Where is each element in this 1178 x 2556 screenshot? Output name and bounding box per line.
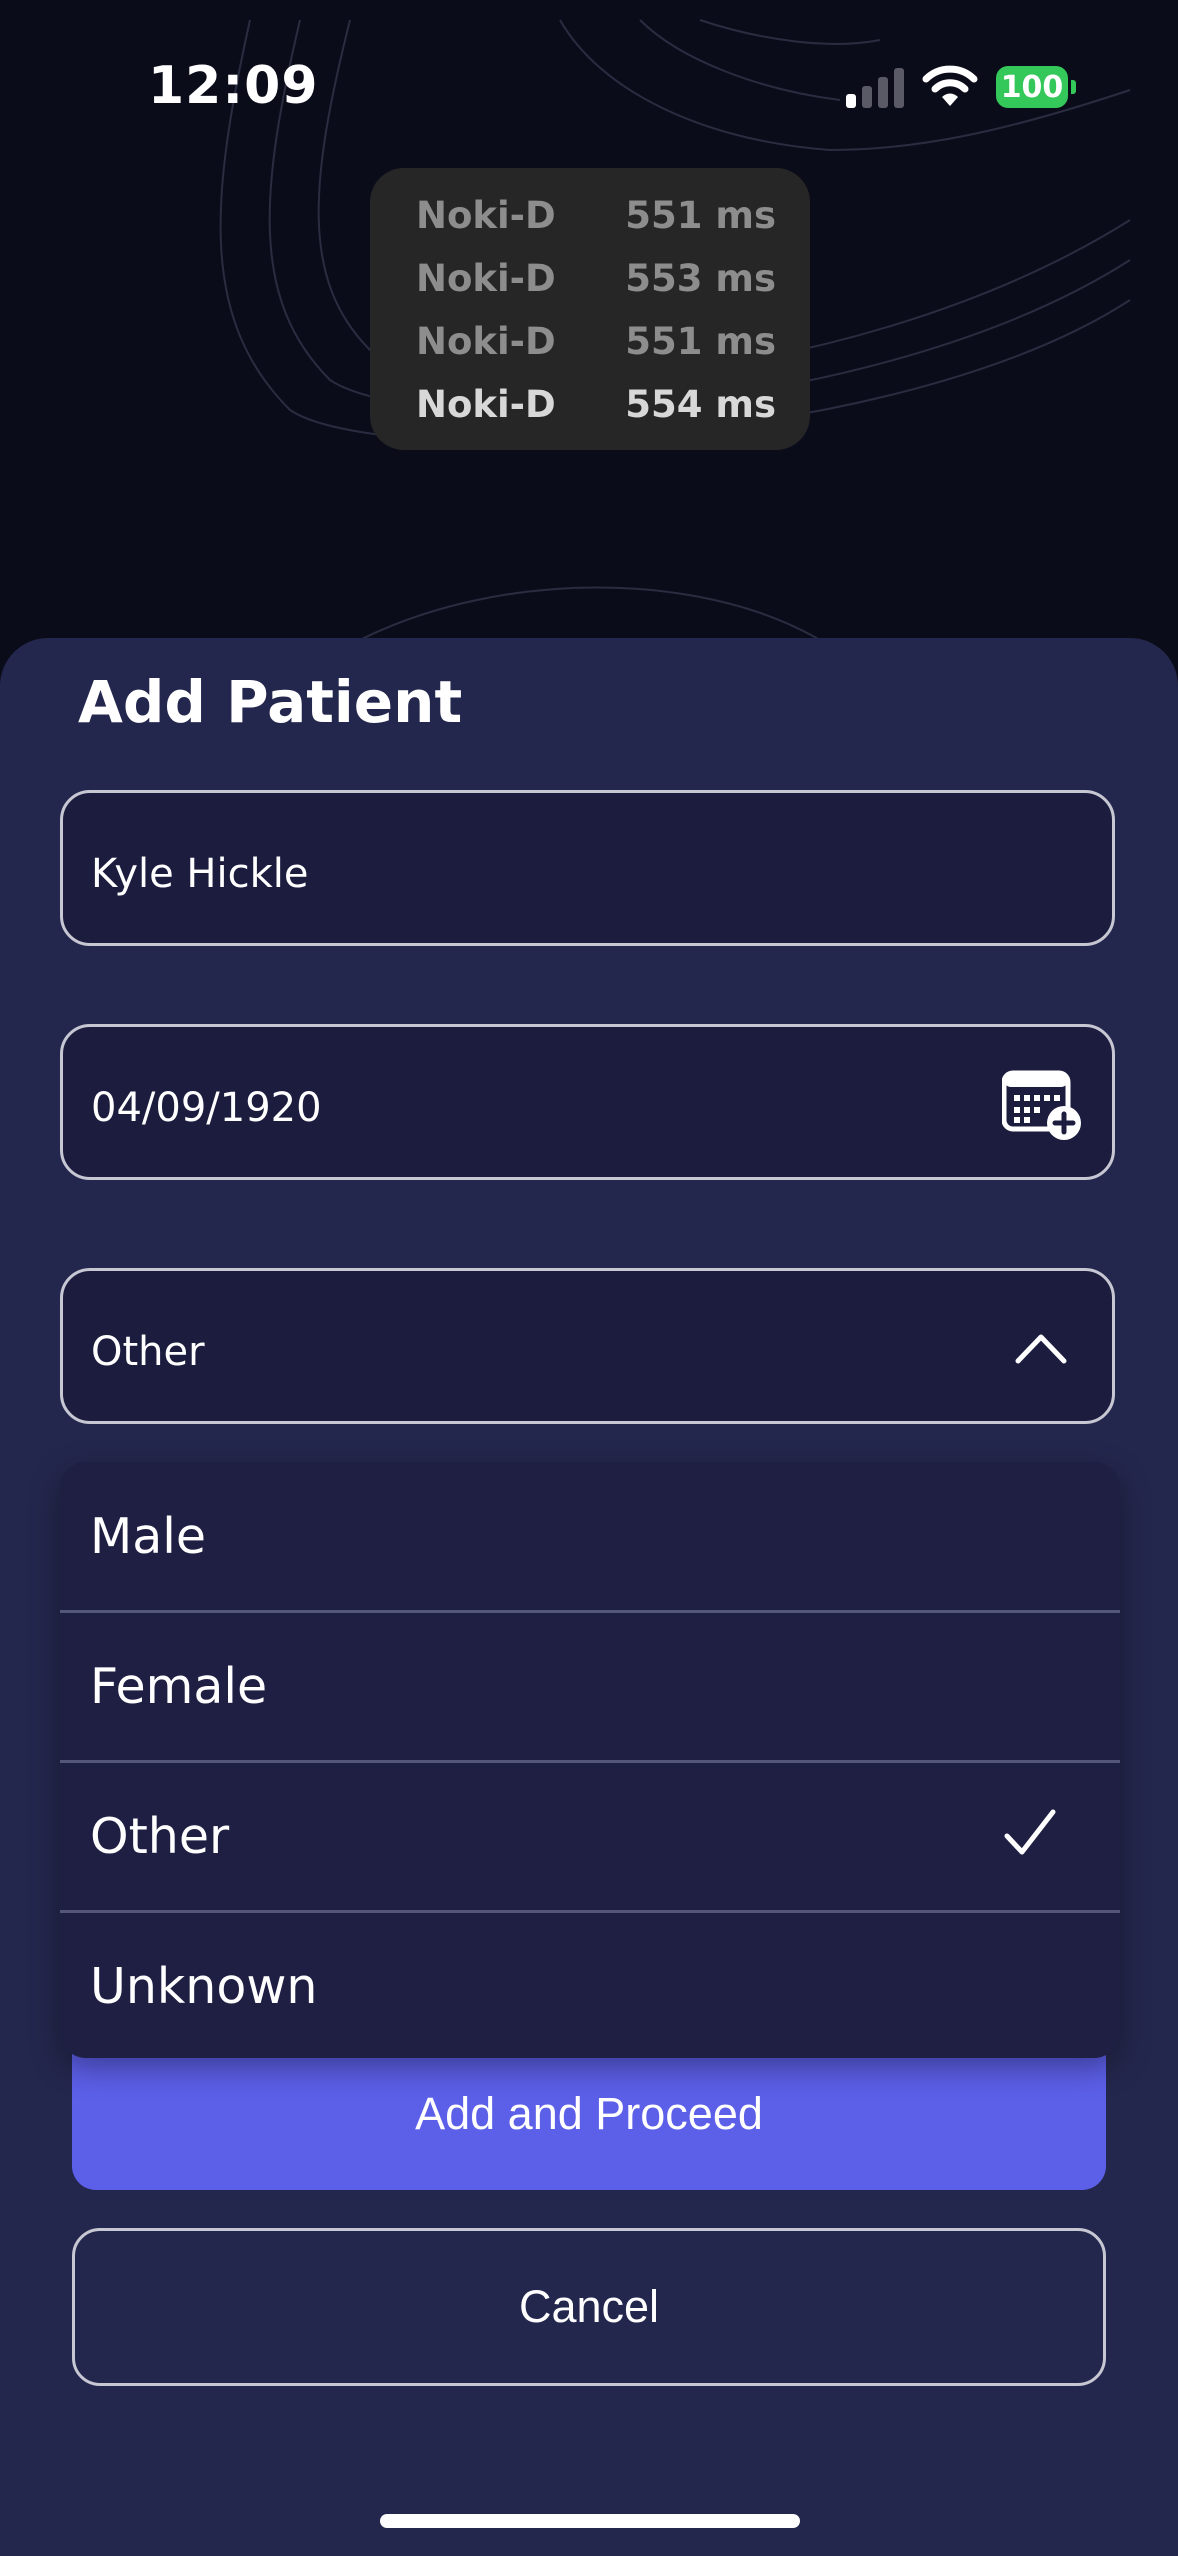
latency-device-name: Noki-D — [416, 320, 556, 363]
home-indicator[interactable] — [380, 2514, 800, 2528]
date-of-birth-value: 04/09/1920 — [91, 1085, 322, 1131]
latency-value: 553 ms — [625, 257, 776, 300]
patient-name-value: Kyle Hickle — [91, 851, 309, 897]
latency-row-current: Noki-D 554 ms — [416, 383, 776, 445]
latency-panel: Noki-D 551 ms Noki-D 553 ms Noki-D 551 m… — [370, 168, 810, 450]
status-time: 12:09 — [148, 56, 319, 116]
battery-indicator: 100 — [996, 66, 1078, 108]
cellular-signal-icon — [846, 68, 904, 108]
calendar-add-icon[interactable] — [1002, 1069, 1082, 1141]
gender-dropdown-menu: Male Female Other Unknown — [60, 1462, 1120, 2058]
latency-row: Noki-D 553 ms — [416, 257, 776, 319]
battery-level: 100 — [996, 66, 1068, 108]
battery-nub — [1071, 80, 1076, 94]
status-bar: 12:09 100 — [0, 0, 1178, 170]
chevron-up-icon — [1015, 1334, 1067, 1364]
gender-option-unknown[interactable]: Unknown — [60, 1912, 1120, 2058]
gender-selected-value: Other — [91, 1329, 205, 1375]
gender-option-other[interactable]: Other — [60, 1762, 1120, 1912]
latency-value: 551 ms — [625, 194, 776, 237]
date-of-birth-field[interactable]: 04/09/1920 — [60, 1024, 1115, 1180]
latency-device-name: Noki-D — [416, 383, 556, 426]
sheet-title: Add Patient — [78, 668, 463, 736]
latency-device-name: Noki-D — [416, 257, 556, 300]
patient-name-field[interactable]: Kyle Hickle — [60, 790, 1115, 946]
latency-row: Noki-D 551 ms — [416, 320, 776, 382]
gender-option-label: Female — [90, 1658, 268, 1715]
latency-value: 551 ms — [625, 320, 776, 363]
latency-row: Noki-D 551 ms — [416, 194, 776, 256]
gender-option-label: Male — [90, 1508, 207, 1565]
gender-option-male[interactable]: Male — [60, 1462, 1120, 1612]
wifi-icon — [922, 65, 978, 106]
gender-select[interactable]: Other — [60, 1268, 1115, 1424]
cancel-button[interactable]: Cancel — [72, 2228, 1106, 2386]
gender-option-female[interactable]: Female — [60, 1612, 1120, 1762]
latency-value: 554 ms — [625, 383, 776, 426]
gender-option-label: Other — [90, 1808, 230, 1865]
checkmark-icon — [1004, 1809, 1056, 1855]
gender-option-label: Unknown — [90, 1958, 318, 2015]
latency-device-name: Noki-D — [416, 194, 556, 237]
